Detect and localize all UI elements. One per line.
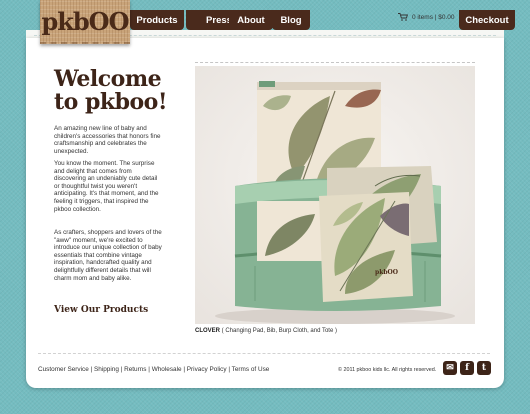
title-line-1: Welcome xyxy=(54,66,162,92)
facebook-icon[interactable]: f xyxy=(460,361,474,375)
page-title: Welcome to pkboo! xyxy=(54,68,184,114)
product-photo: pkbOO xyxy=(195,66,475,324)
logo-text: pkbOO xyxy=(41,6,129,36)
nav-label: About xyxy=(237,14,265,26)
email-glyph: ✉ xyxy=(446,363,454,373)
footer-link-returns[interactable]: Returns xyxy=(124,366,146,373)
twitter-icon[interactable]: t xyxy=(477,361,491,375)
caption-details: ( Changing Pad, Bib, Burp Cloth, and Tot… xyxy=(220,328,337,334)
twitter-glyph: t xyxy=(481,363,487,373)
footer-divider xyxy=(38,353,490,354)
intro-paragraph-1: An amazing new line of baby and children… xyxy=(54,125,161,155)
footer-links: Customer Service | Shipping | Returns | … xyxy=(38,366,270,373)
photo-divider xyxy=(195,62,475,63)
cart-icon xyxy=(398,13,408,21)
nav-about[interactable]: About xyxy=(229,10,273,30)
photo-tag-text: pkbOO xyxy=(375,269,398,276)
nav-label: Blog xyxy=(280,14,302,26)
email-icon[interactable]: ✉ xyxy=(443,361,457,375)
cart-text: 0 items | $0.00 xyxy=(412,13,455,21)
title-line-2: to pkboo! xyxy=(54,89,168,115)
nav-products[interactable]: Products xyxy=(130,10,184,30)
footer-link-customer-service[interactable]: Customer Service xyxy=(38,366,89,373)
cart-summary[interactable]: 0 items | $0.00 xyxy=(398,13,455,21)
checkout-button[interactable]: Checkout xyxy=(459,10,515,30)
footer-link-shipping[interactable]: Shipping xyxy=(94,366,119,373)
top-navigation: pkbOO Products Press About Blog 0 items … xyxy=(26,0,515,44)
copyright-text: © 2011 pkboo kids llc. All rights reserv… xyxy=(338,367,437,373)
nav-blog[interactable]: Blog xyxy=(272,10,310,30)
nav-label: Products xyxy=(136,14,178,26)
intro-paragraph-3: As crafters, shoppers and lovers of the … xyxy=(54,229,162,282)
product-illustration: pkbOO xyxy=(195,66,475,324)
intro-paragraph-2: You know the moment. The surprise and de… xyxy=(54,160,159,213)
checkout-label: Checkout xyxy=(465,14,509,26)
caption-product-name: CLOVER xyxy=(195,328,221,334)
site-logo[interactable]: pkbOO xyxy=(40,0,130,44)
footer-link-wholesale[interactable]: Wholesale xyxy=(152,366,182,373)
footer-link-privacy[interactable]: Privacy Policy xyxy=(187,366,227,373)
photo-caption: CLOVER ( Changing Pad, Bib, Burp Cloth, … xyxy=(195,328,337,334)
facebook-glyph: f xyxy=(465,363,469,373)
footer-link-terms[interactable]: Terms of Use xyxy=(232,366,270,373)
view-products-link[interactable]: View Our Products xyxy=(54,305,148,315)
